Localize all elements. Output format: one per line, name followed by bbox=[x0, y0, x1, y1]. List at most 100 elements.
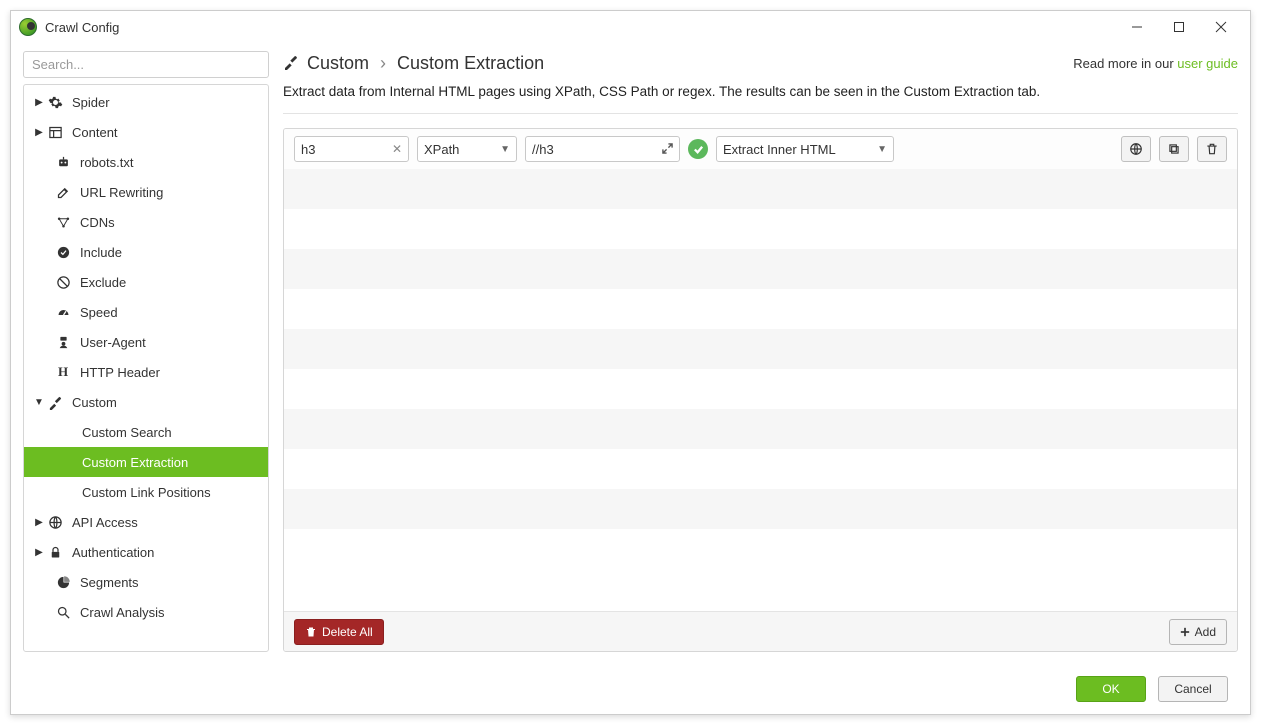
extractor-name-value: h3 bbox=[301, 142, 315, 157]
dialog-footer: OK Cancel bbox=[11, 664, 1250, 714]
add-button[interactable]: Add bbox=[1169, 619, 1227, 645]
layout-icon bbox=[46, 124, 64, 140]
sidebar-item-label: CDNs bbox=[80, 215, 115, 230]
sidebar-item-speed[interactable]: Speed bbox=[24, 297, 268, 327]
cancel-label: Cancel bbox=[1174, 682, 1211, 696]
sidebar-item-label: Custom Extraction bbox=[82, 455, 188, 470]
sidebar-item-label: Custom Link Positions bbox=[82, 485, 211, 500]
sidebar-item-label: API Access bbox=[72, 515, 138, 530]
minimize-button[interactable] bbox=[1116, 13, 1158, 41]
add-label: Add bbox=[1195, 625, 1216, 639]
valid-check-icon bbox=[688, 139, 708, 159]
sidebar-item-custom-search[interactable]: Custom Search bbox=[24, 417, 268, 447]
breadcrumb: Custom › Custom Extraction bbox=[307, 53, 1073, 74]
window-title: Crawl Config bbox=[45, 20, 119, 35]
sidebar-item-label: Authentication bbox=[72, 545, 154, 560]
breadcrumb-current: Custom Extraction bbox=[397, 53, 544, 73]
extractor-expression-input[interactable]: //h3 bbox=[525, 136, 680, 162]
clear-icon[interactable]: ✕ bbox=[392, 142, 402, 156]
search-input[interactable] bbox=[32, 57, 260, 72]
browser-preview-button[interactable] bbox=[1121, 136, 1151, 162]
sidebar-item-exclude[interactable]: Exclude bbox=[24, 267, 268, 297]
check-circle-icon bbox=[54, 244, 72, 260]
chevron-down-icon: ▼ bbox=[877, 144, 887, 155]
sidebar-item-label: Custom Search bbox=[82, 425, 172, 440]
sidebar-item-segments[interactable]: Segments bbox=[24, 567, 268, 597]
delete-row-button[interactable] bbox=[1197, 136, 1227, 162]
page-description: Extract data from Internal HTML pages us… bbox=[283, 84, 1238, 99]
sidebar-item-label: Spider bbox=[72, 95, 110, 110]
search-input-wrapper[interactable] bbox=[23, 51, 269, 78]
extractor-expression-value: //h3 bbox=[532, 142, 554, 157]
empty-row bbox=[284, 449, 1237, 489]
tools-icon bbox=[283, 54, 299, 73]
ok-button[interactable]: OK bbox=[1076, 676, 1146, 702]
extractor-method-value: XPath bbox=[424, 142, 459, 157]
cancel-button[interactable]: Cancel bbox=[1158, 676, 1228, 702]
ok-label: OK bbox=[1102, 682, 1119, 696]
empty-row bbox=[284, 329, 1237, 369]
delete-all-button[interactable]: Delete All bbox=[294, 619, 384, 645]
edit-icon bbox=[54, 184, 72, 200]
caret-right-icon: ▶ bbox=[34, 547, 44, 558]
sidebar-item-custom-extraction[interactable]: Custom Extraction bbox=[24, 447, 268, 477]
pie-icon bbox=[54, 574, 72, 590]
extractor-output-value: Extract Inner HTML bbox=[723, 142, 836, 157]
globe-icon bbox=[46, 514, 64, 530]
sidebar-item-label: URL Rewriting bbox=[80, 185, 163, 200]
sidebar-item-label: Exclude bbox=[80, 275, 126, 290]
sidebar-item-label: Crawl Analysis bbox=[80, 605, 165, 620]
close-button[interactable] bbox=[1200, 13, 1242, 41]
sidebar-item-custom[interactable]: ▼ Custom bbox=[24, 387, 268, 417]
extractor-method-select[interactable]: XPath ▼ bbox=[417, 136, 517, 162]
chevron-down-icon: ▼ bbox=[500, 144, 510, 155]
caret-right-icon: ▶ bbox=[34, 97, 44, 108]
delete-all-label: Delete All bbox=[322, 625, 373, 639]
maximize-button[interactable] bbox=[1158, 13, 1200, 41]
empty-row bbox=[284, 249, 1237, 289]
read-more-prefix: Read more in our bbox=[1073, 56, 1177, 71]
sidebar-item-crawl-analysis[interactable]: Crawl Analysis bbox=[24, 597, 268, 627]
sidebar-item-label: Content bbox=[72, 125, 118, 140]
sidebar-item-custom-link-positions[interactable]: Custom Link Positions bbox=[24, 477, 268, 507]
robot-icon bbox=[54, 154, 72, 170]
sidebar: ▶ Spider ▶ Content robots.txt URL Rewrit… bbox=[23, 51, 269, 652]
extractor-row: h3 ✕ XPath ▼ //h3 Extract Inner HTML ▼ bbox=[284, 129, 1237, 169]
empty-row bbox=[284, 489, 1237, 529]
extractor-output-select[interactable]: Extract Inner HTML ▼ bbox=[716, 136, 894, 162]
app-logo-icon bbox=[19, 18, 37, 36]
breadcrumb-parent: Custom bbox=[307, 53, 369, 73]
main-panel: Custom › Custom Extraction Read more in … bbox=[283, 51, 1238, 652]
duplicate-button[interactable] bbox=[1159, 136, 1189, 162]
caret-right-icon: ▶ bbox=[34, 517, 44, 528]
gear-icon bbox=[46, 94, 64, 110]
sidebar-item-label: Include bbox=[80, 245, 122, 260]
sidebar-item-label: robots.txt bbox=[80, 155, 133, 170]
read-more-text: Read more in our user guide bbox=[1073, 56, 1238, 71]
extractor-name-input[interactable]: h3 ✕ bbox=[294, 136, 409, 162]
caret-down-icon: ▼ bbox=[34, 397, 44, 408]
sidebar-item-content[interactable]: ▶ Content bbox=[24, 117, 268, 147]
sidebar-item-url-rewriting[interactable]: URL Rewriting bbox=[24, 177, 268, 207]
user-agent-icon bbox=[54, 334, 72, 350]
sidebar-item-label: HTTP Header bbox=[80, 365, 160, 380]
sidebar-item-user-agent[interactable]: User-Agent bbox=[24, 327, 268, 357]
empty-row bbox=[284, 209, 1237, 249]
lock-icon bbox=[46, 544, 64, 560]
empty-row bbox=[284, 169, 1237, 209]
sidebar-item-cdns[interactable]: CDNs bbox=[24, 207, 268, 237]
sidebar-item-include[interactable]: Include bbox=[24, 237, 268, 267]
sidebar-item-robots[interactable]: robots.txt bbox=[24, 147, 268, 177]
sidebar-item-authentication[interactable]: ▶ Authentication bbox=[24, 537, 268, 567]
sidebar-item-label: User-Agent bbox=[80, 335, 146, 350]
ban-icon bbox=[54, 274, 72, 290]
tools-icon bbox=[46, 394, 64, 410]
user-guide-link[interactable]: user guide bbox=[1177, 56, 1238, 71]
sidebar-item-spider[interactable]: ▶ Spider bbox=[24, 87, 268, 117]
sidebar-item-label: Segments bbox=[80, 575, 139, 590]
sidebar-item-http-header[interactable]: H HTTP Header bbox=[24, 357, 268, 387]
sidebar-item-api-access[interactable]: ▶ API Access bbox=[24, 507, 268, 537]
empty-row bbox=[284, 289, 1237, 329]
header-h-icon: H bbox=[54, 364, 72, 380]
expand-icon[interactable] bbox=[662, 142, 673, 157]
